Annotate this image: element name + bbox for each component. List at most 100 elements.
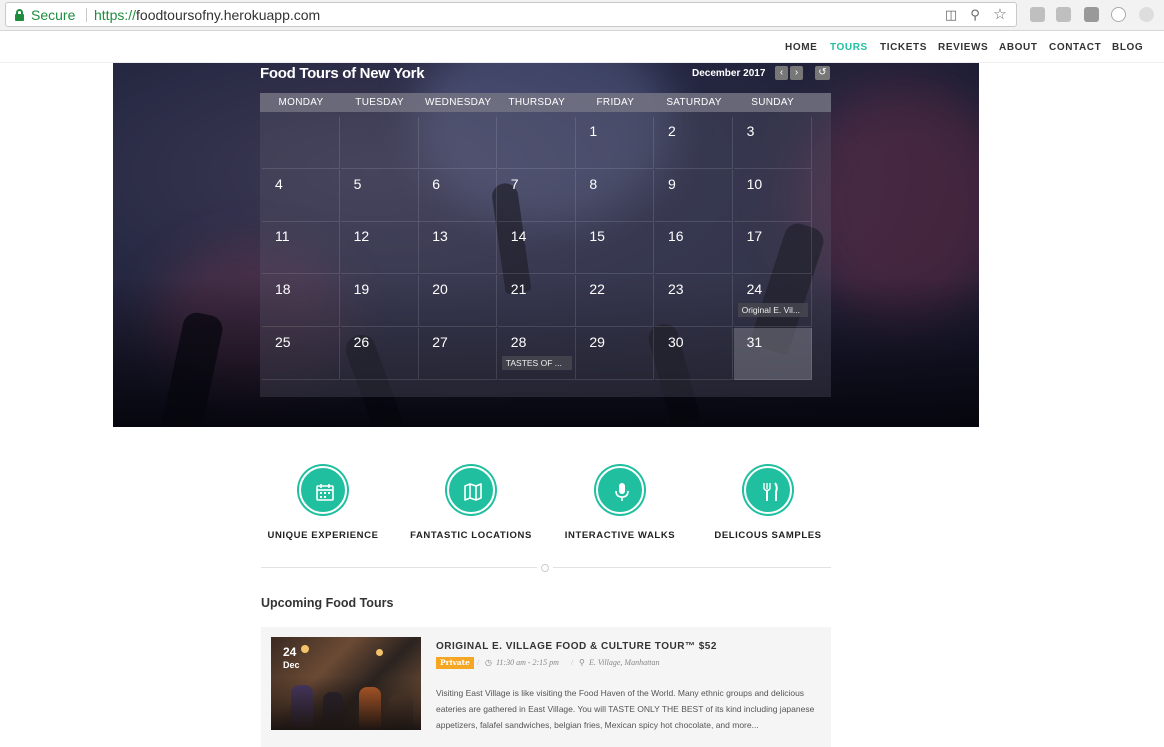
calendar-icon [299,466,347,514]
location-pin-icon: ⚲ [579,658,585,667]
calendar-day-cell[interactable]: 12 [340,222,419,275]
lock-icon [15,9,24,21]
extension-icon[interactable] [1056,7,1071,22]
weekday-label: SATURDAY [666,97,722,108]
calendar-day-cell[interactable]: 18 [262,275,340,328]
calendar-weekday-header: MONDAY TUESDAY WEDNESDAY THURSDAY FRIDAY SATU… [260,93,831,112]
calendar-day-number: 12 [353,228,370,245]
nav-contact[interactable]: CONTACT [1049,42,1101,53]
calendar-day-cell[interactable]: 20 [419,275,498,328]
calendar-day-cell[interactable]: 31 [733,327,812,380]
calendar-day-number: 11 [275,228,290,245]
meta-separator: / [477,658,480,667]
calendar-empty-cell [340,117,419,169]
calendar-day-number: 28 [510,333,527,350]
calendar-day-cell[interactable]: 29 [576,327,655,380]
calendar-day-cell[interactable]: 28 TASTES OF ... [497,327,576,380]
tour-image[interactable]: 24 Dec [271,637,421,730]
calendar-day-cell[interactable]: 1 [576,117,655,169]
nav-home[interactable]: HOME [785,42,817,53]
tour-description: Visiting East Village is like visiting t… [436,688,815,730]
calendar-day-number: 19 [353,281,370,298]
calendar-day-cell[interactable]: 30 [655,327,733,380]
nav-tickets[interactable]: TICKETS [880,42,927,53]
calendar-day-cell[interactable]: 3 [733,117,812,169]
microphone-icon [596,466,644,514]
nav-about[interactable]: ABOUT [999,42,1038,53]
weekday-label: FRIDAY [596,97,635,108]
calendar-day-number: 1 [589,123,598,139]
calendar-day-cell[interactable]: 6 [419,169,498,222]
feature-label: DELICOUS SAMPLES [714,530,822,541]
calendar-day-cell[interactable]: 17 [733,222,812,275]
extension-icon[interactable] [1030,7,1045,22]
extension-icon[interactable] [1084,7,1099,22]
address-bar[interactable]: Secure https://foodtoursofny.herokuapp.c… [5,2,1017,27]
extension-icon[interactable] [1111,7,1126,22]
calendar-day-number: 2 [668,123,676,139]
nav-tours[interactable]: TOURS [830,42,868,53]
calendar-day-number: 23 [668,281,684,298]
weekday-label: WEDNESDAY [424,97,492,108]
shield-block-icon[interactable]: ◫ [944,8,958,22]
calendar-day-cell[interactable]: 19 [340,275,419,328]
secure-label: Secure [31,7,76,23]
calendar-event[interactable]: TASTES OF ... [501,355,572,370]
weekday-label: TUESDAY [355,97,404,108]
utensils-icon [744,466,792,514]
calendar-day-cell[interactable]: 4 [262,169,340,222]
calendar-day-cell[interactable]: 25 [262,327,340,380]
nav-reviews[interactable]: REVIEWS [938,42,988,53]
tour-card[interactable]: 24 Dec ORIGINAL E. VILLAGE FOOD & CULTUR… [261,627,831,747]
calendar-day-cell[interactable]: 14 [497,222,576,275]
prev-month-button[interactable]: ‹ [775,66,788,80]
section-divider [553,567,831,568]
calendar-day-number: 18 [275,281,291,298]
zoom-icon[interactable]: ⚲ [968,8,982,22]
calendar-day-number: 22 [589,281,605,298]
calendar-title: Food Tours of New York [260,65,425,82]
weekday-label: SUNDAY [751,97,794,108]
calendar-day-cell[interactable]: 13 [419,222,498,275]
upcoming-heading: Upcoming Food Tours [261,596,394,610]
calendar-day-cell[interactable]: 8 [576,169,655,222]
calendar-day-cell[interactable]: 26 [340,327,419,380]
calendar-day-number: 3 [746,123,755,139]
next-month-button[interactable]: › [790,66,803,80]
calendar-day-number: 13 [432,228,448,245]
calendar-day-cell[interactable]: 21 [497,275,576,328]
calendar-day-number: 25 [275,333,291,350]
extension-icon[interactable] [1139,7,1154,22]
refresh-icon[interactable]: ↺ [815,66,830,80]
url-text[interactable]: https://foodtoursofny.herokuapp.com [94,7,320,23]
tour-title[interactable]: ORIGINAL E. VILLAGE FOOD & CULTURE TOUR™… [436,641,717,652]
tour-date-month: Dec [283,660,300,670]
calendar-event[interactable]: Original E. Vil... [737,303,808,318]
calendar-day-number: 30 [668,333,684,350]
calendar-day-cell[interactable]: 9 [655,169,733,222]
calendar-day-number: 31 [746,333,763,350]
calendar-day-cell[interactable]: 27 [419,327,498,380]
bookmark-star-icon[interactable]: ☆ [993,7,1007,22]
nav-blog[interactable]: BLOG [1112,42,1143,53]
calendar-day-number: 6 [432,175,440,192]
calendar-day-cell[interactable]: 15 [576,222,655,275]
calendar-day-number: 26 [353,333,370,350]
calendar-day-cell[interactable]: 22 [576,275,655,328]
calendar-day-cell[interactable]: 24 Original E. Vil... [733,275,812,328]
weekday-label: MONDAY [278,97,324,108]
calendar-day-cell[interactable]: 7 [497,169,576,222]
calendar-day-number: 8 [589,175,598,192]
meta-separator: / [571,658,574,667]
calendar-day-cell[interactable]: 11 [262,222,340,275]
calendar-day-cell[interactable]: 10 [733,169,812,222]
calendar-day-cell[interactable]: 23 [655,275,733,328]
map-icon [447,466,495,514]
feature-label: FANTASTIC LOCATIONS [410,530,532,541]
calendar-empty-cell [419,117,498,169]
calendar-day-cell[interactable]: 16 [655,222,733,275]
calendar-day-cell[interactable]: 2 [655,117,733,169]
calendar-day-number: 4 [275,175,283,192]
calendar-day-number: 27 [432,333,448,350]
calendar-day-cell[interactable]: 5 [340,169,419,222]
